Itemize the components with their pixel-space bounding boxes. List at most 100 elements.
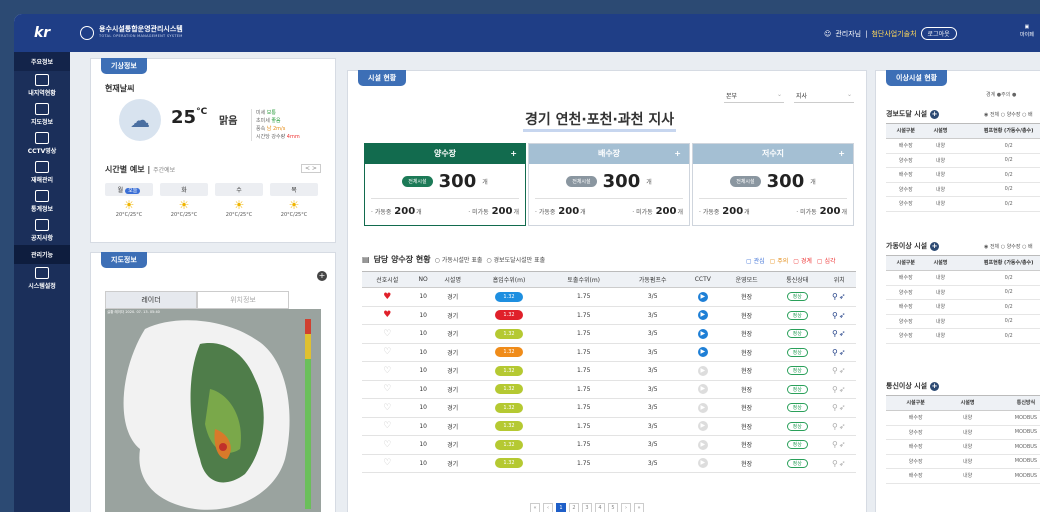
table-row[interactable]: 배수장 내양 0/2 — [886, 138, 1040, 154]
hq-select[interactable]: 본부 ⌄ — [724, 89, 784, 103]
nav-item-2[interactable]: 지도정보 — [14, 100, 70, 129]
nav-item-1[interactable]: 내지역현황 — [14, 71, 70, 100]
table-row[interactable]: 배수장 내양 0/2 — [886, 299, 1040, 315]
radio-alert-only[interactable]: ○ 경보도달시설만 표출 — [486, 255, 545, 264]
table-row[interactable]: 양수장 내양 0/2 — [886, 328, 1040, 344]
location-pin-icon[interactable]: ⚲➶ — [832, 422, 847, 431]
location-pin-icon[interactable]: ⚲➶ — [832, 348, 847, 357]
column-header[interactable]: 시설명 — [433, 271, 472, 288]
table-row[interactable]: ♡ 10 경기 1.32 1.75 3/5 ▶ 현장 정상 ⚲➶ — [362, 398, 856, 418]
branch-select[interactable]: 지사 ⌄ — [794, 89, 854, 103]
cctv-icon[interactable]: ▶ — [697, 421, 708, 432]
section-filter[interactable]: ◉ 전체 ○ 양수장 ○ 배 — [984, 111, 1033, 118]
nav-item-5[interactable]: 통계정보 — [14, 187, 70, 216]
add-icon[interactable]: + — [930, 381, 940, 391]
forecast-nav[interactable]: < > — [301, 164, 321, 173]
column-header[interactable]: 운영모드 — [721, 271, 772, 288]
cctv-icon[interactable]: ▶ — [697, 365, 708, 376]
heart-icon[interactable]: ♡ — [383, 421, 391, 431]
heart-icon[interactable]: ♥ — [383, 310, 391, 320]
table-row[interactable]: ♡ 10 경기 1.32 1.75 3/5 ▶ 현장 정상 ⚲➶ — [362, 361, 856, 381]
table-row[interactable]: ♡ 10 경기 1.32 1.75 3/5 ▶ 현장 정상 ⚲➶ — [362, 380, 856, 399]
nav-item-6[interactable]: 공지사항 — [14, 216, 70, 245]
table-row[interactable]: 양수장 내양 MODBUS — [886, 454, 1040, 469]
table-row[interactable]: 배수장 내양 0/2 — [886, 167, 1040, 183]
facility-card[interactable]: 배수장 + 전체시설 300 개 · 가동중 200개 · 미가동 200개 — [528, 143, 690, 226]
table-row[interactable]: 배수장 내양 MODBUS — [886, 468, 1040, 484]
table-row[interactable]: 양수장 내양 0/2 — [886, 196, 1040, 212]
table-row[interactable]: ♡ 10 경기 1.32 1.75 3/5 ▶ 현장 정상 ⚲➶ — [362, 343, 856, 362]
table-row[interactable]: 양수장 내양 MODBUS — [886, 425, 1040, 440]
facility-card[interactable]: 저수지 + 전체시설 300 개 · 가동중 200개 · 미가동 200개 — [692, 143, 854, 226]
cctv-icon[interactable]: ▶ — [697, 458, 708, 469]
logo[interactable]: kr — [34, 25, 50, 41]
heart-icon[interactable]: ♡ — [383, 329, 391, 339]
heart-icon[interactable]: ♡ — [383, 403, 391, 413]
tab-radar[interactable]: 레이더 — [105, 291, 197, 309]
tab-location[interactable]: 위치정보 — [197, 291, 289, 309]
column-header[interactable]: CCTV — [684, 271, 722, 288]
column-header[interactable]: 흡입수위(m) — [471, 271, 547, 288]
page-button[interactable]: ‹ — [543, 503, 553, 512]
legend-warning[interactable]: ▢ 경계 — [793, 256, 812, 265]
heart-icon[interactable]: ♡ — [383, 440, 391, 450]
page-button[interactable]: « — [530, 503, 540, 512]
cctv-icon[interactable]: ▶ — [697, 310, 708, 321]
radio-operating-only[interactable]: ○ 가동시설만 표출 — [435, 255, 483, 264]
location-pin-icon[interactable]: ⚲➶ — [832, 329, 847, 338]
logout-button[interactable]: 로그아웃 — [920, 27, 957, 40]
column-header[interactable]: 통신상태 — [771, 271, 823, 288]
location-pin-icon[interactable]: ⚲➶ — [832, 403, 847, 412]
cctv-icon[interactable]: ▶ — [697, 439, 708, 450]
table-row[interactable]: 배수장 내양 MODBUS — [886, 410, 1040, 426]
legend-interest[interactable]: ▢ 관심 — [746, 256, 765, 265]
column-header[interactable]: 토출수위(m) — [546, 271, 622, 288]
weekly-forecast-link[interactable]: 주간예보 — [153, 167, 175, 174]
expand-button[interactable]: + — [317, 271, 327, 281]
table-row[interactable]: 양수장 내양 0/2 — [886, 285, 1040, 300]
page-button[interactable]: 2 — [569, 503, 579, 512]
add-icon[interactable]: + — [838, 144, 845, 164]
page-button[interactable]: 4 — [595, 503, 605, 512]
heart-icon[interactable]: ♡ — [383, 347, 391, 357]
location-pin-icon[interactable]: ⚲➶ — [832, 292, 847, 301]
location-pin-icon[interactable]: ⚲➶ — [832, 385, 847, 394]
table-row[interactable]: 양수장 내양 0/2 — [886, 182, 1040, 197]
legend-caution[interactable]: ▢ 주의 — [770, 256, 789, 265]
table-row[interactable]: ♡ 10 경기 1.32 1.75 3/5 ▶ 현장 정상 ⚲➶ — [362, 454, 856, 473]
table-row[interactable]: 양수장 내양 0/2 — [886, 153, 1040, 168]
section-filter[interactable]: ◉ 전체 ○ 양수장 ○ 배 — [984, 243, 1033, 250]
nav-item-8[interactable]: 시스템설정 — [14, 264, 70, 293]
table-row[interactable]: ♡ 10 경기 1.32 1.75 3/5 ▶ 현장 정상 ⚲➶ — [362, 324, 856, 344]
legend-serious[interactable]: ▢ 심각 — [817, 256, 836, 265]
heart-icon[interactable]: ♡ — [383, 384, 391, 394]
nav-item-4[interactable]: 재해관리 — [14, 158, 70, 187]
column-header[interactable]: NO — [412, 271, 434, 288]
location-pin-icon[interactable]: ⚲➶ — [832, 440, 847, 449]
cctv-icon[interactable]: ▶ — [697, 384, 708, 395]
page-button[interactable]: › — [621, 503, 631, 512]
table-row[interactable]: ♥ 10 경기 1.32 1.75 3/5 ▶ 현장 정상 ⚲➶ — [362, 306, 856, 325]
page-button[interactable]: » — [634, 503, 644, 512]
page-button[interactable]: 5 — [608, 503, 618, 512]
heart-icon[interactable]: ♡ — [383, 366, 391, 376]
location-pin-icon[interactable]: ⚲➶ — [832, 366, 847, 375]
page-button[interactable]: 3 — [582, 503, 592, 512]
radar-map[interactable]: 실황 레이더 2020. 07. 13. 05:40 — [105, 309, 321, 512]
cctv-icon[interactable]: ▶ — [697, 328, 708, 339]
add-icon[interactable]: + — [930, 241, 940, 251]
mypage-button[interactable]: ▣ 마이페 — [1020, 23, 1034, 39]
cctv-icon[interactable]: ▶ — [697, 291, 708, 302]
nav-item-3[interactable]: CCTV영상 — [14, 129, 70, 158]
table-row[interactable]: 배수장 내양 MODBUS — [886, 439, 1040, 455]
cctv-icon[interactable]: ▶ — [697, 347, 708, 358]
column-header[interactable]: 선호시설 — [362, 271, 413, 288]
add-icon[interactable]: + — [674, 144, 681, 164]
location-pin-icon[interactable]: ⚲➶ — [832, 311, 847, 320]
page-button[interactable]: 1 — [556, 503, 566, 512]
column-header[interactable]: 위치 — [822, 271, 856, 288]
heart-icon[interactable]: ♡ — [383, 458, 391, 468]
heart-icon[interactable]: ♥ — [383, 292, 391, 302]
table-row[interactable]: 양수장 내양 0/2 — [886, 314, 1040, 329]
add-icon[interactable]: + — [510, 144, 517, 164]
